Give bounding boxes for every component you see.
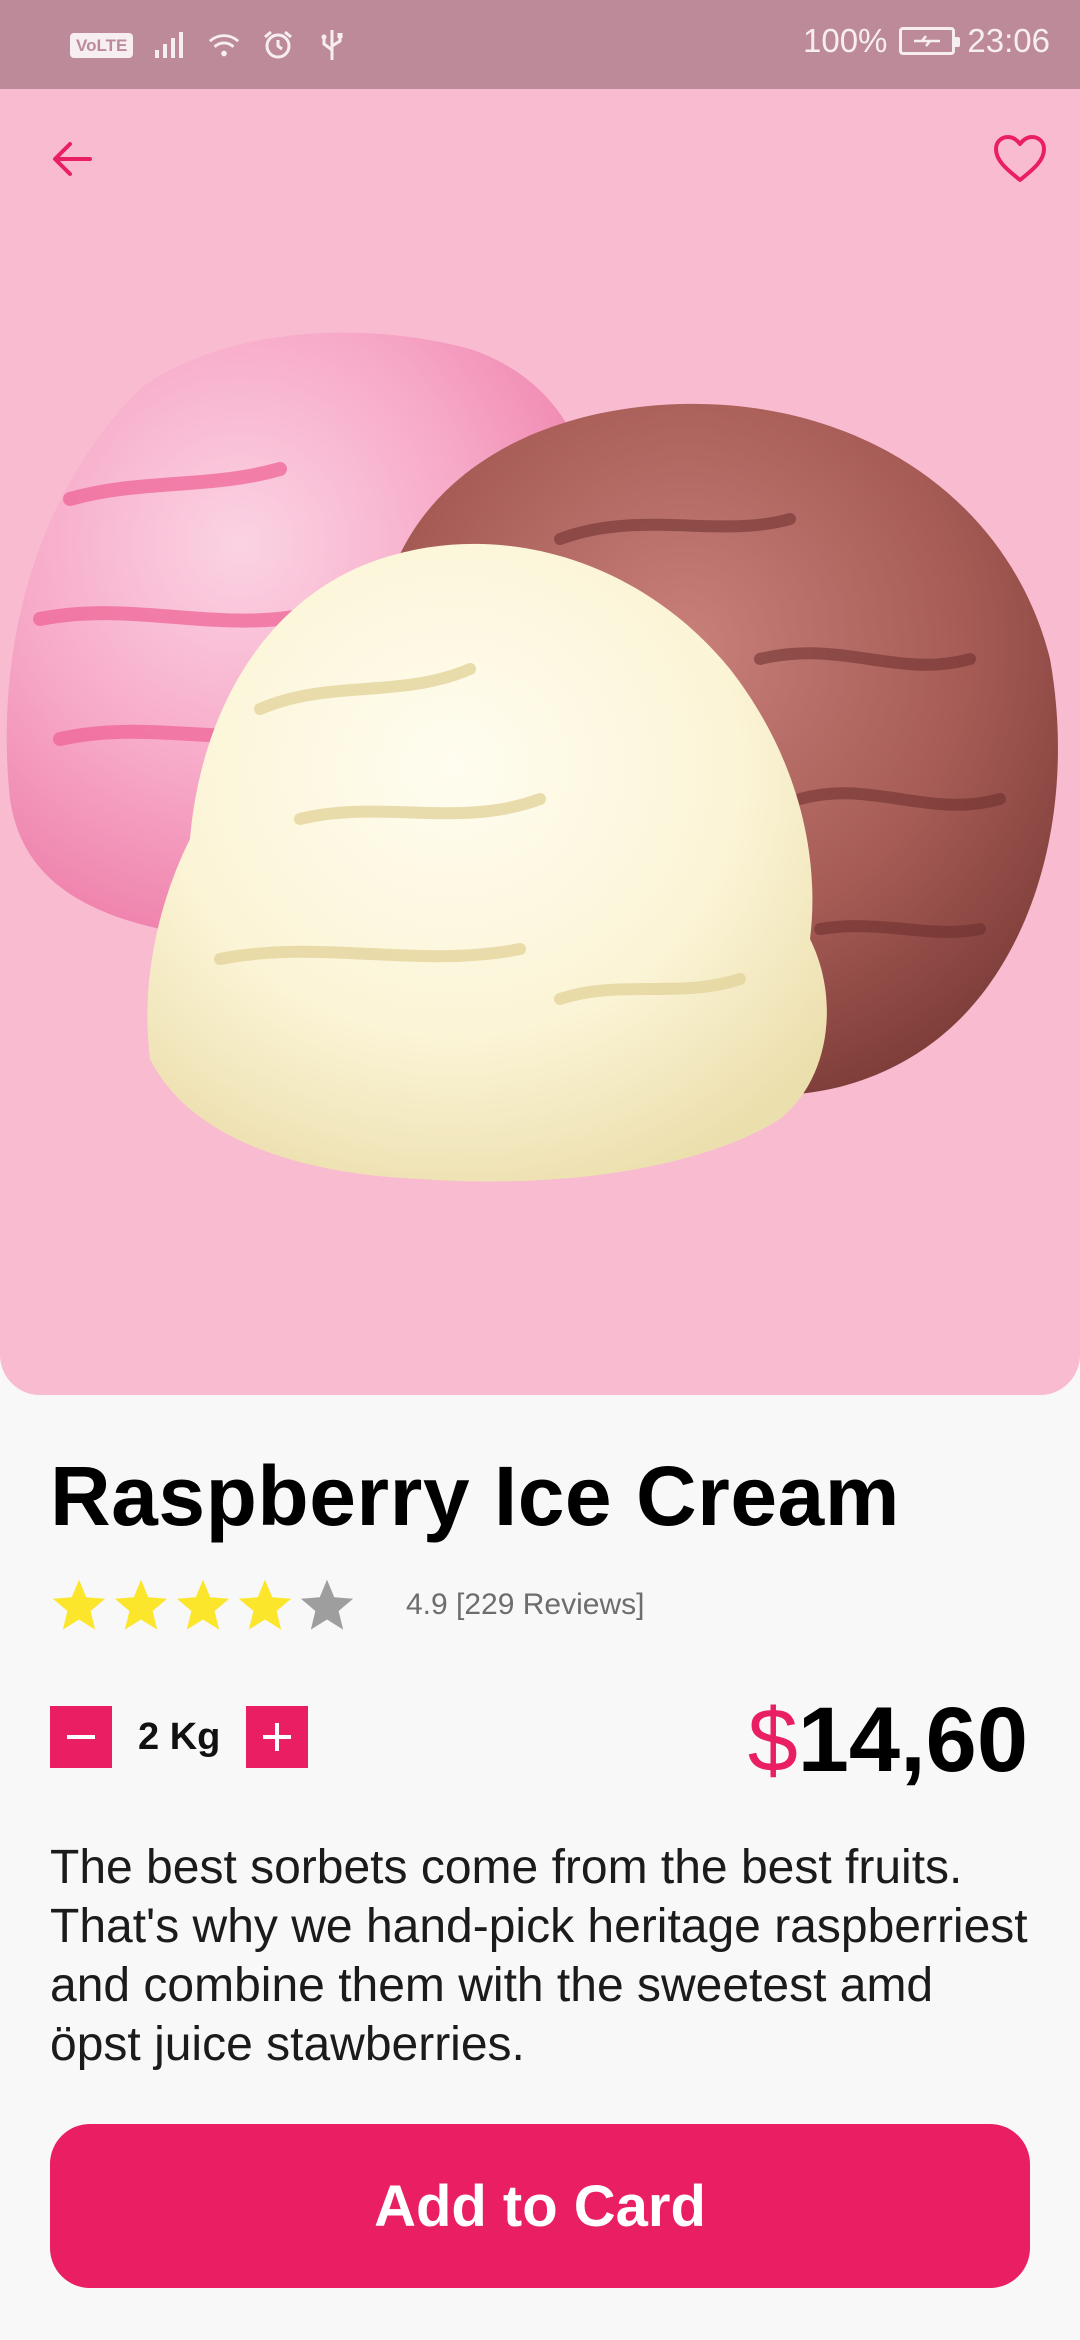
quantity-value: 2 Kg (138, 1715, 221, 1758)
arrow-left-icon (53, 142, 92, 176)
status-bar: VoLTE 100% 23:06 (0, 0, 1080, 89)
battery-percent: 100% (803, 22, 888, 59)
minus-icon (67, 1735, 95, 1739)
rating-stars (50, 1576, 356, 1634)
battery-icon (899, 27, 961, 55)
alarm-icon (261, 28, 295, 62)
product-price: $ 14,60 (748, 1688, 1028, 1793)
clock: 23:06 (967, 22, 1050, 59)
favorite-button[interactable] (990, 129, 1050, 189)
wifi-icon (207, 28, 241, 62)
star-filled-icon (176, 1579, 230, 1630)
heart-outline-icon (994, 135, 1046, 182)
back-button[interactable] (42, 129, 102, 189)
signal-icon (153, 28, 187, 62)
rating-text: 4.9 [229 Reviews] (406, 1588, 645, 1621)
star-filled-icon (52, 1579, 106, 1630)
status-right: 100% 23:06 (803, 22, 1050, 60)
add-to-cart-button[interactable]: Add to Card (50, 2124, 1030, 2288)
price-currency: $ (747, 1691, 798, 1791)
ice-cream-scoops-image (6, 332, 1058, 1182)
star-empty-icon (300, 1579, 354, 1630)
status-left: VoLTE (70, 28, 349, 62)
quantity-stepper: 2 Kg (50, 1706, 309, 1768)
price-amount: 14,60 (797, 1689, 1028, 1791)
product-hero (0, 89, 1080, 1395)
decrease-quantity-button[interactable] (50, 1706, 112, 1768)
volte-badge: VoLTE (70, 32, 134, 58)
star-filled-icon (238, 1579, 292, 1630)
star-filled-icon (114, 1579, 168, 1630)
usb-icon (315, 28, 349, 62)
product-description: The best sorbets come from the best frui… (50, 1841, 1028, 2071)
product-rating: 4.9 [229 Reviews] (50, 1576, 644, 1634)
increase-quantity-button[interactable] (246, 1706, 309, 1768)
product-title: Raspberry Ice Cream (50, 1449, 900, 1543)
plus-icon (263, 1723, 292, 1751)
